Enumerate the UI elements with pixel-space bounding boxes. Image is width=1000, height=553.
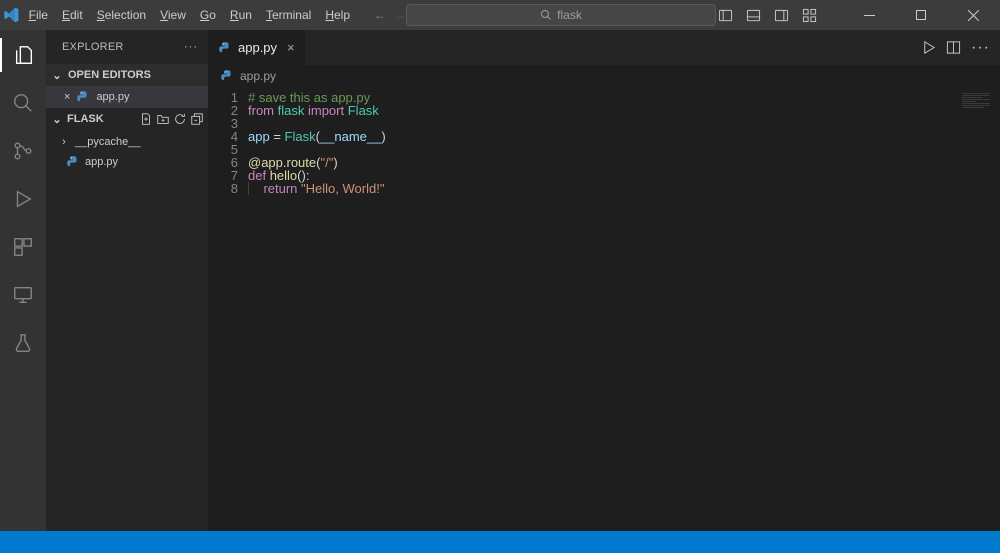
window-close-button[interactable] — [952, 0, 994, 30]
menu-file[interactable]: File — [23, 4, 54, 26]
vscode-logo-icon — [0, 7, 23, 23]
tree-folder-label: __pycache__ — [75, 136, 140, 148]
code-lines: # save this as app.py from flask import … — [248, 87, 386, 531]
title-bar: File Edit Selection View Go Run Terminal… — [0, 0, 1000, 30]
menu-selection[interactable]: Selection — [91, 4, 152, 26]
menu-bar: File Edit Selection View Go Run Terminal… — [23, 4, 356, 26]
code-editor[interactable]: 1234 5678 # save this as app.py from fla… — [208, 87, 1000, 531]
explorer-sidebar: EXPLORER ··· ⌄ OPEN EDITORS × app.py ⌄ F… — [46, 30, 208, 531]
nav-back-icon[interactable]: ← — [374, 8, 386, 22]
breadcrumb-file: app.py — [240, 69, 276, 83]
line-number-gutter: 1234 5678 — [208, 87, 248, 531]
collapse-all-icon[interactable] — [190, 112, 204, 126]
project-label: FLASK — [67, 113, 104, 125]
command-center[interactable]: flask — [406, 4, 716, 26]
python-file-icon — [220, 69, 234, 83]
menu-help[interactable]: Help — [319, 4, 356, 26]
minimap[interactable] — [962, 93, 990, 117]
python-file-icon — [218, 41, 232, 55]
tab-close-icon[interactable]: × — [287, 40, 295, 55]
chevron-down-icon: ⌄ — [50, 113, 64, 126]
window-maximize-button[interactable] — [900, 0, 942, 30]
chevron-down-icon: ⌄ — [50, 69, 64, 82]
window-minimize-button[interactable] — [848, 0, 890, 30]
menu-go[interactable]: Go — [194, 4, 222, 26]
nav-fwd-icon[interactable]: → — [394, 8, 406, 22]
activity-scm-icon[interactable] — [0, 134, 46, 168]
layout-sidebar-left-icon[interactable] — [716, 6, 734, 24]
breadcrumb[interactable]: app.py — [208, 65, 1000, 87]
activity-search-icon[interactable] — [0, 86, 46, 120]
python-file-icon — [66, 155, 80, 169]
activity-bar — [0, 30, 46, 531]
layout-sidebar-right-icon[interactable] — [772, 6, 790, 24]
activity-extensions-icon[interactable] — [0, 230, 46, 264]
open-editor-item[interactable]: × app.py — [46, 86, 208, 108]
chevron-right-icon: › — [58, 136, 70, 148]
open-editor-filename: app.py — [96, 91, 129, 103]
tree-file-app[interactable]: app.py — [46, 152, 208, 172]
explorer-more-icon[interactable]: ··· — [184, 41, 198, 53]
editor-more-icon[interactable]: ··· — [971, 39, 990, 57]
menu-terminal[interactable]: Terminal — [260, 4, 317, 26]
refresh-icon[interactable] — [173, 112, 187, 126]
tree-file-label: app.py — [85, 156, 118, 168]
run-file-icon[interactable] — [921, 40, 936, 55]
file-tree: › __pycache__ app.py — [46, 130, 208, 172]
close-editor-icon[interactable]: × — [64, 91, 70, 103]
customize-layout-icon[interactable] — [800, 6, 818, 24]
tab-label: app.py — [238, 40, 277, 55]
layout-panel-icon[interactable] — [744, 6, 762, 24]
tab-app-py[interactable]: app.py × — [208, 30, 306, 65]
project-section[interactable]: ⌄ FLASK — [46, 108, 208, 130]
editor-group: app.py × ··· app.py 1234 5678 — [208, 30, 1000, 531]
menu-run[interactable]: Run — [224, 4, 258, 26]
split-editor-icon[interactable] — [946, 40, 961, 55]
new-file-icon[interactable] — [139, 112, 153, 126]
activity-debug-icon[interactable] — [0, 182, 46, 216]
python-file-icon — [76, 90, 90, 104]
tree-folder-pycache[interactable]: › __pycache__ — [46, 132, 208, 152]
activity-testing-icon[interactable] — [0, 326, 46, 360]
explorer-title: EXPLORER — [62, 41, 124, 53]
open-editors-label: OPEN EDITORS — [68, 69, 151, 81]
open-editors-section[interactable]: ⌄ OPEN EDITORS — [46, 64, 208, 86]
activity-explorer-icon[interactable] — [0, 38, 46, 72]
search-placeholder: flask — [557, 8, 582, 22]
menu-view[interactable]: View — [154, 4, 192, 26]
new-folder-icon[interactable] — [156, 112, 170, 126]
tab-bar: app.py × ··· — [208, 30, 1000, 65]
menu-edit[interactable]: Edit — [56, 4, 89, 26]
activity-remote-icon[interactable] — [0, 278, 46, 312]
status-bar[interactable] — [0, 531, 1000, 553]
